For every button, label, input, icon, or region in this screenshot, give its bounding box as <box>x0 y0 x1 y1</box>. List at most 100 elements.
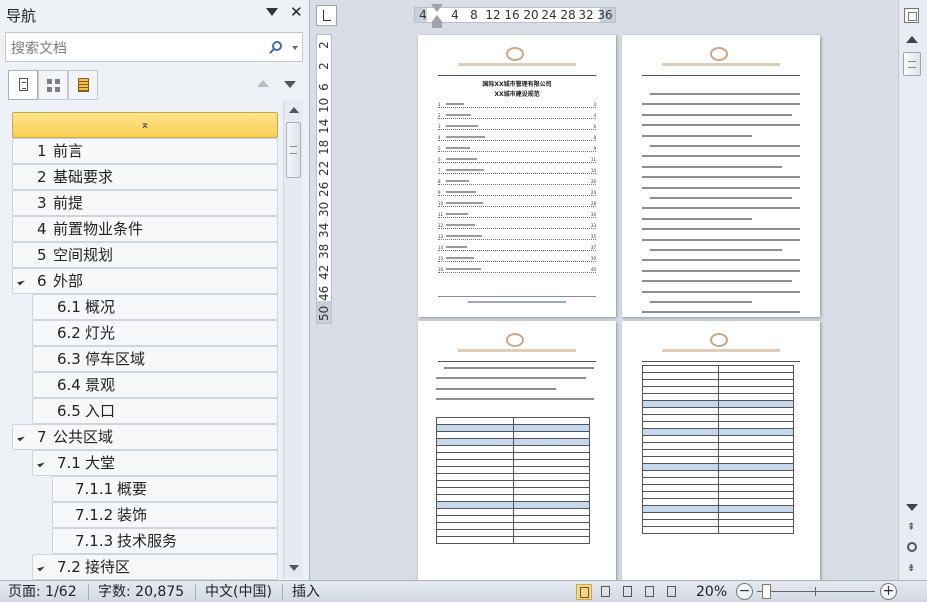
document-area[interactable]: 国际XX城市管理有限公司 XX城市建设规范 1 3 2 4 3 6 4 8 5 9 6 11 7 14 8 2… <box>338 28 896 580</box>
nav-pane-scrollbar[interactable] <box>283 100 303 578</box>
ruler-tick-label: 36 <box>597 8 613 22</box>
document-scroll-thumb[interactable] <box>903 52 921 76</box>
logo-caption <box>662 349 780 352</box>
zoom-in-button[interactable]: + <box>880 583 897 600</box>
toc-entry-text <box>446 213 468 215</box>
scroll-up-icon[interactable] <box>906 36 918 43</box>
outline-heading-label: 入口 <box>85 402 116 420</box>
zoom-slider[interactable] <box>757 591 875 592</box>
print-layout-view-button[interactable] <box>576 584 592 600</box>
toc-entry-number: 12 <box>438 223 444 228</box>
draft-view-button[interactable] <box>664 584 680 600</box>
page1-title: 国际XX城市管理有限公司 <box>482 81 552 88</box>
nav-pane-menu-icon[interactable] <box>266 8 278 16</box>
outline-heading-item[interactable]: 4 前置物业条件 <box>12 216 278 242</box>
table-cell <box>642 442 719 450</box>
outline-heading-item[interactable]: 7.2 接待区 <box>32 554 278 580</box>
table-row <box>642 442 794 450</box>
expand-collapse-triangle-icon[interactable] <box>17 433 25 442</box>
outline-heading-item[interactable]: 6.5 入口 <box>32 398 278 424</box>
outline-heading-item[interactable]: 7.1.2 装饰 <box>52 502 278 528</box>
scroll-down-icon[interactable] <box>289 565 299 571</box>
table-cell <box>717 463 794 471</box>
document-scrollbar[interactable]: ⇞ ⇟ <box>898 0 927 580</box>
outline-heading-number: 7.1.1 <box>75 480 114 498</box>
zoom-out-button[interactable]: − <box>736 583 753 600</box>
table-cell <box>436 417 514 425</box>
requirements-table <box>436 417 590 544</box>
text-line <box>650 301 752 303</box>
table-cell <box>717 435 794 443</box>
previous-page-icon[interactable]: ⇞ <box>907 522 915 533</box>
document-page-2[interactable] <box>622 35 820 317</box>
company-logo <box>710 47 728 61</box>
outline-heading-item[interactable]: 6.4 景观 <box>32 372 278 398</box>
table-cell <box>436 473 514 481</box>
tab-browse-headings[interactable] <box>8 70 38 100</box>
vertical-ruler[interactable]: 2 2 6 10 14 18 22 26 30 34 38 42 46 50 <box>316 34 332 324</box>
horizontal-ruler[interactable]: 4 4 8 12 16 20 24 28 32 36 <box>414 7 616 23</box>
previous-heading-arrow-icon[interactable] <box>257 80 269 87</box>
collapse-all-button[interactable]: ⌅ <box>12 112 278 138</box>
table-row <box>436 501 590 509</box>
document-page-3[interactable] <box>418 321 616 580</box>
language-indicator[interactable]: 中文(中国) <box>205 584 272 600</box>
outline-heading-item[interactable]: 2 基础要求 <box>12 164 278 190</box>
toc-entry-text <box>446 235 482 237</box>
toc-entry: 8 20 <box>438 178 596 185</box>
table-row <box>436 536 590 544</box>
outline-heading-item[interactable]: 6.2 灯光 <box>32 320 278 346</box>
select-browse-object-icon[interactable] <box>907 542 917 552</box>
full-screen-reading-button[interactable] <box>598 584 614 600</box>
expand-collapse-triangle-icon[interactable] <box>37 459 45 468</box>
table-cell <box>717 519 794 527</box>
outline-heading-item[interactable]: 6.3 停车区域 <box>32 346 278 372</box>
nav-scroll-thumb[interactable] <box>286 122 301 178</box>
insert-mode-indicator[interactable]: 插入 <box>292 584 320 600</box>
nav-search-input[interactable]: 搜索文档 <box>5 32 303 62</box>
outline-heading-item[interactable]: 5 空间规划 <box>12 242 278 268</box>
scroll-up-icon[interactable] <box>289 107 299 113</box>
next-heading-arrow-icon[interactable] <box>284 81 296 88</box>
outline-heading-item[interactable]: 6.1 概况 <box>32 294 278 320</box>
split-window-icon[interactable] <box>904 8 919 23</box>
outline-heading-item[interactable]: 7 公共区域 <box>12 424 278 450</box>
indent-marker-icon[interactable] <box>431 4 443 28</box>
outline-heading-label: 公共区域 <box>53 428 114 446</box>
outline-heading-item[interactable]: 7.1.1 概要 <box>52 476 278 502</box>
web-layout-button[interactable] <box>620 584 636 600</box>
document-page-1[interactable]: 国际XX城市管理有限公司 XX城市建设规范 1 3 2 4 3 6 4 8 5 9 6 11 7 14 8 2… <box>418 35 616 317</box>
zoom-slider-handle[interactable] <box>762 584 771 599</box>
search-options-dropdown-icon[interactable] <box>292 46 298 50</box>
outline-heading-item[interactable]: 3 前提 <box>12 190 278 216</box>
outline-view-button[interactable] <box>642 584 658 600</box>
outline-heading-item[interactable]: 7.1 大堂 <box>32 450 278 476</box>
scroll-down-icon[interactable] <box>906 504 918 511</box>
tab-browse-results[interactable] <box>68 70 98 100</box>
document-page-4[interactable] <box>622 321 820 580</box>
outline-heading-item[interactable]: 1 前言 <box>12 138 278 164</box>
toc-entry-page: 6 <box>593 124 596 129</box>
expand-collapse-triangle-icon[interactable] <box>17 277 25 286</box>
next-page-icon[interactable]: ⇟ <box>907 563 915 574</box>
outline-heading-item[interactable]: 7.1.3 技术服务 <box>52 528 278 554</box>
search-icon[interactable] <box>272 41 282 51</box>
zoom-level[interactable]: 20% <box>696 584 727 600</box>
heading-outline: ⌅ 1 前言 2 基础要求 3 前提 4 前置物业条件 5 空间规划 6 外部 6.1 概况 6.2 灯光 6.3… <box>0 106 280 580</box>
expand-collapse-triangle-icon[interactable] <box>37 563 45 572</box>
nav-pane-close-icon[interactable]: ✕ <box>290 4 303 20</box>
outline-heading-label: 前置物业条件 <box>53 220 144 238</box>
outline-heading-number: 6.4 <box>57 376 81 394</box>
ruler-toggle-button[interactable] <box>316 5 337 26</box>
outline-heading-label: 停车区域 <box>85 350 146 368</box>
word-count[interactable]: 字数: 20,875 <box>98 584 184 600</box>
table-cell <box>642 386 719 394</box>
tab-browse-pages[interactable] <box>38 70 68 100</box>
outline-heading-label: 基础要求 <box>53 168 114 186</box>
logo-caption <box>458 349 576 352</box>
toc-entry: 48 <box>438 134 596 141</box>
toc-entry-number: 1 <box>438 102 441 107</box>
page-count[interactable]: 页面: 1/62 <box>8 584 77 600</box>
outline-heading-label: 景观 <box>85 376 116 394</box>
outline-heading-item[interactable]: 6 外部 <box>12 268 278 294</box>
